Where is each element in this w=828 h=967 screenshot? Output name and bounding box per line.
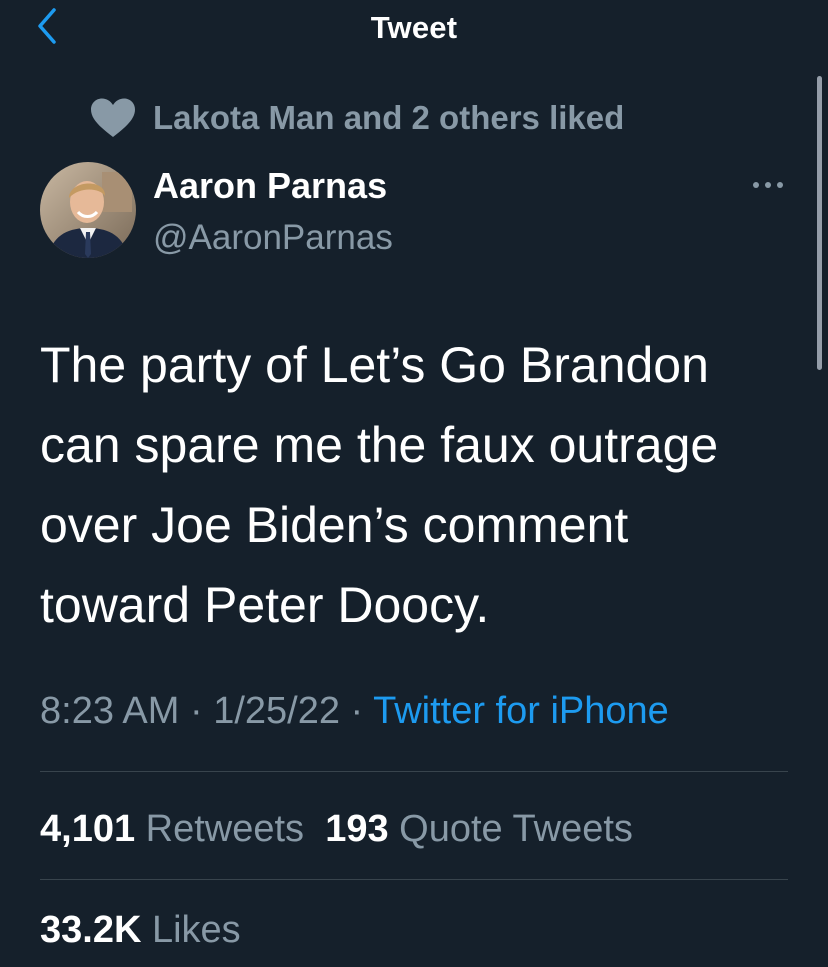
tweet-meta: 8:23 AM · 1/25/22 · Twitter for iPhone (40, 690, 669, 733)
retweets-link[interactable]: 4,101 Retweets (40, 808, 304, 850)
heart-icon (90, 98, 136, 138)
tweet-text-line: The party of Let’s Go Brandon (40, 337, 709, 393)
quote-tweets-label: Quote Tweets (399, 808, 633, 850)
retweets-label: Retweets (145, 808, 305, 850)
page-title: Tweet (370, 10, 458, 45)
tweet-source-link[interactable]: Twitter for iPhone (373, 690, 669, 732)
author-display-name[interactable]: Aaron Parnas (153, 165, 387, 207)
likes-label: Likes (151, 909, 241, 951)
scrollbar[interactable] (817, 76, 822, 370)
tweet-time: 8:23 AM (40, 690, 180, 732)
tweet-detail-screen: Tweet Lakota Man and 2 others liked Aaro… (0, 0, 828, 967)
tweet-text-line: toward Peter Doocy. (40, 577, 490, 633)
social-context-text: Lakota Man and 2 others liked (153, 99, 625, 136)
meta-separator: · (340, 690, 374, 732)
likes-count: 33.2K (40, 909, 142, 951)
header-bar: Tweet (0, 0, 828, 56)
avatar[interactable] (40, 162, 136, 258)
meta-separator: · (179, 690, 214, 732)
tweet-date: 1/25/22 (213, 690, 340, 732)
likes-stats-row: 33.2K Likes (40, 909, 241, 952)
tweet-text-line: can spare me the faux outrage (40, 417, 719, 473)
likes-link[interactable]: 33.2K Likes (40, 909, 241, 951)
divider (40, 771, 788, 772)
retweet-stats-row: 4,101 Retweets 193 Quote Tweets (40, 808, 633, 851)
divider (40, 879, 788, 880)
author-handle[interactable]: @AaronParnas (153, 218, 393, 258)
retweets-count: 4,101 (40, 808, 136, 850)
quote-tweets-link[interactable]: 193 Quote Tweets (325, 808, 633, 850)
quote-tweets-count: 193 (325, 808, 389, 850)
tweet-text: The party of Let’s Go Brandon can spare … (40, 325, 800, 645)
more-horizontal-icon (753, 182, 783, 188)
social-context[interactable]: Lakota Man and 2 others liked (90, 96, 624, 140)
more-button[interactable] (748, 170, 788, 200)
tweet-text-line: over Joe Biden’s comment (40, 497, 629, 553)
